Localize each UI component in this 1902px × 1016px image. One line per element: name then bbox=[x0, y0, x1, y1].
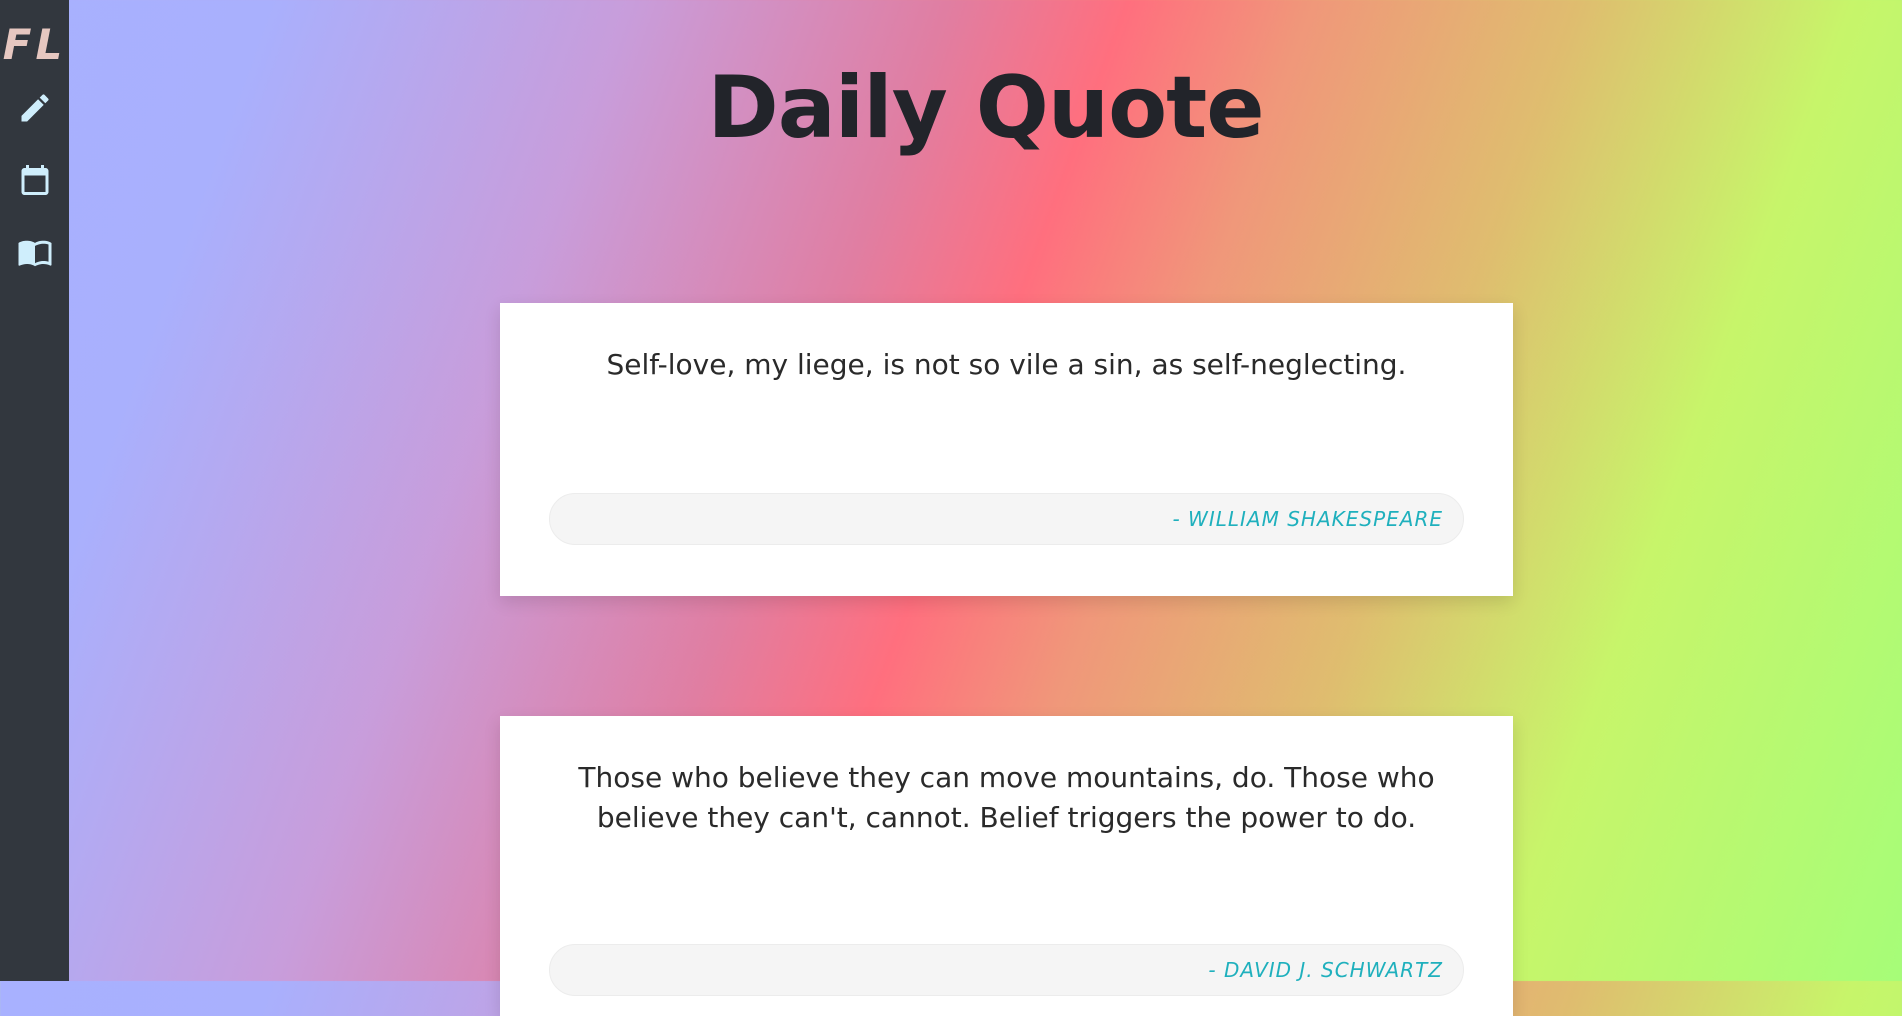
quote-author-bar: - David J. Schwartz bbox=[549, 944, 1464, 996]
page-title: Daily Quote bbox=[707, 58, 1264, 158]
app-logo[interactable]: FL bbox=[3, 16, 66, 72]
quote-text: Those who believe they can move mountain… bbox=[578, 761, 1435, 834]
pencil-icon bbox=[21, 94, 49, 122]
quote-card: Those who believe they can move mountain… bbox=[500, 716, 1513, 1016]
sidebar-item-calendar[interactable] bbox=[0, 144, 69, 216]
calendar-icon bbox=[21, 165, 48, 195]
quote-author: - David J. Schwartz bbox=[1208, 958, 1443, 982]
quote-text: Self-love, my liege, is not so vile a si… bbox=[606, 348, 1407, 381]
quote-author-bar: - William Shakespeare bbox=[549, 493, 1464, 545]
quote-card: Self-love, my liege, is not so vile a si… bbox=[500, 303, 1513, 596]
sidebar-item-write[interactable] bbox=[0, 72, 69, 144]
book-icon bbox=[18, 240, 51, 267]
sidebar-item-quotes[interactable] bbox=[0, 216, 69, 288]
quote-author: - William Shakespeare bbox=[1172, 507, 1443, 531]
sidebar: FL bbox=[0, 0, 69, 981]
